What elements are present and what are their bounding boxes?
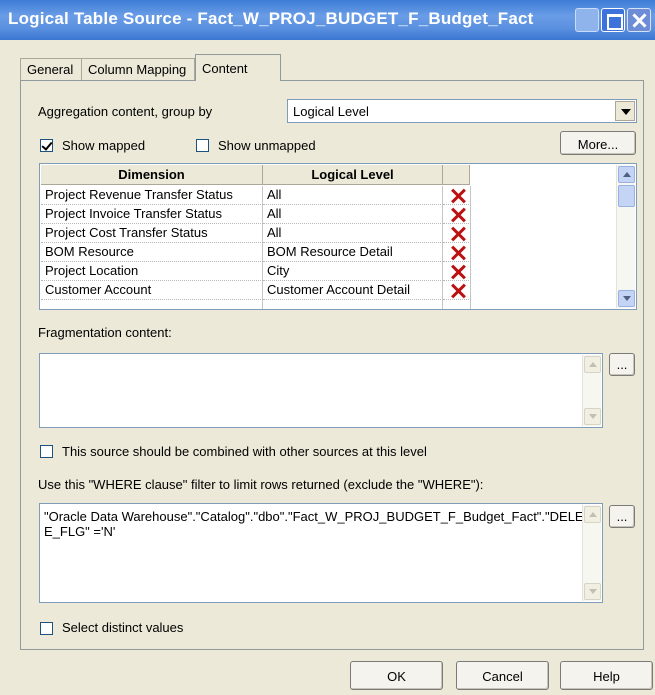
delete-icon[interactable] bbox=[450, 188, 466, 204]
cancel-button[interactable]: Cancel bbox=[456, 661, 549, 690]
delete-icon[interactable] bbox=[450, 264, 466, 280]
cancel-button-label: Cancel bbox=[482, 669, 523, 684]
scroll-up-arrow-icon[interactable] bbox=[618, 166, 635, 183]
logical-level-cell[interactable]: All bbox=[263, 186, 443, 205]
chevron-down-icon[interactable] bbox=[615, 101, 635, 121]
dimension-cell: Customer Account bbox=[41, 281, 263, 300]
table-row[interactable]: Customer Account Customer Account Detail bbox=[41, 281, 471, 300]
delete-cell[interactable] bbox=[443, 262, 471, 281]
where-clause-label: Use this "WHERE clause" filter to limit … bbox=[38, 477, 484, 492]
aggregation-value: Logical Level bbox=[293, 104, 369, 119]
title-bar[interactable]: Logical Table Source - Fact_W_PROJ_BUDGE… bbox=[0, 0, 655, 40]
table-row[interactable]: Project Invoice Transfer Status All bbox=[41, 205, 471, 224]
delete-icon[interactable] bbox=[450, 226, 466, 242]
fragmentation-input[interactable] bbox=[39, 353, 603, 428]
scroll-up-arrow-icon[interactable] bbox=[584, 506, 601, 523]
help-button[interactable]: Help bbox=[560, 661, 653, 690]
scroll-down-arrow-icon[interactable] bbox=[618, 290, 635, 307]
browse-button-label: ... bbox=[616, 509, 628, 524]
dimension-cell bbox=[41, 300, 263, 309]
scroll-down-arrow-icon[interactable] bbox=[584, 408, 601, 425]
logical-level-cell[interactable]: City bbox=[263, 262, 443, 281]
fragmentation-browse-button[interactable]: ... bbox=[609, 353, 635, 376]
dimension-cell: Project Revenue Transfer Status bbox=[41, 186, 263, 205]
show-unmapped-label: Show unmapped bbox=[218, 138, 316, 153]
delete-cell[interactable] bbox=[443, 224, 471, 243]
table-row[interactable]: Project Location City bbox=[41, 262, 471, 281]
aggregation-select[interactable]: Logical Level bbox=[287, 99, 637, 123]
dimension-cell: Project Cost Transfer Status bbox=[41, 224, 263, 243]
more-button-label: More... bbox=[577, 137, 619, 152]
where-clause-scrollbar[interactable] bbox=[582, 505, 601, 601]
more-button[interactable]: More... bbox=[560, 131, 636, 155]
select-distinct-label: Select distinct values bbox=[62, 620, 184, 635]
dimension-cell: Project Invoice Transfer Status bbox=[41, 205, 263, 224]
minimize-button[interactable] bbox=[575, 8, 599, 32]
browse-button-label: ... bbox=[616, 357, 628, 372]
combine-sources-checkbox[interactable] bbox=[40, 445, 53, 458]
delete-cell[interactable] bbox=[443, 243, 471, 262]
ok-button[interactable]: OK bbox=[350, 661, 443, 690]
grid-scrollbar[interactable] bbox=[616, 165, 635, 308]
table-row[interactable]: BOM Resource BOM Resource Detail bbox=[41, 243, 471, 262]
dimension-grid[interactable]: Dimension Logical Level Project Revenue … bbox=[39, 163, 637, 310]
column-header-dimension[interactable]: Dimension bbox=[41, 165, 263, 185]
dimension-cell: Project Location bbox=[41, 262, 263, 281]
scroll-up-arrow-icon[interactable] bbox=[584, 356, 601, 373]
show-mapped-label: Show mapped bbox=[62, 138, 146, 153]
delete-cell[interactable] bbox=[443, 281, 471, 300]
logical-level-cell[interactable]: Customer Account Detail bbox=[263, 281, 443, 300]
ok-button-label: OK bbox=[387, 669, 406, 684]
scroll-thumb[interactable] bbox=[618, 185, 635, 207]
table-row[interactable]: Project Cost Transfer Status All bbox=[41, 224, 471, 243]
logical-level-cell[interactable]: All bbox=[263, 224, 443, 243]
where-clause-browse-button[interactable]: ... bbox=[609, 505, 635, 528]
window-title: Logical Table Source - Fact_W_PROJ_BUDGE… bbox=[8, 9, 534, 28]
column-header-delete bbox=[443, 165, 470, 185]
logical-level-cell[interactable]: BOM Resource Detail bbox=[263, 243, 443, 262]
dimension-cell: BOM Resource bbox=[41, 243, 263, 262]
where-clause-text[interactable]: "Oracle Data Warehouse"."Catalog"."dbo".… bbox=[44, 509, 592, 539]
show-mapped-checkbox[interactable] bbox=[40, 139, 53, 152]
show-unmapped-checkbox[interactable] bbox=[196, 139, 209, 152]
fragmentation-scrollbar[interactable] bbox=[582, 355, 601, 426]
table-row-partial[interactable] bbox=[41, 300, 471, 309]
fragmentation-label: Fragmentation content: bbox=[38, 325, 172, 340]
tab-content[interactable]: Content bbox=[195, 54, 281, 81]
delete-cell[interactable] bbox=[443, 300, 471, 309]
combine-sources-label: This source should be combined with othe… bbox=[62, 444, 427, 459]
logical-level-cell[interactable]: All bbox=[263, 205, 443, 224]
delete-cell[interactable] bbox=[443, 186, 471, 205]
select-distinct-checkbox[interactable] bbox=[40, 622, 53, 635]
aggregation-label: Aggregation content, group by bbox=[38, 104, 213, 119]
tab-column-mapping[interactable]: Column Mapping bbox=[81, 58, 195, 80]
scroll-down-arrow-icon[interactable] bbox=[584, 583, 601, 600]
column-header-logical-level[interactable]: Logical Level bbox=[263, 165, 443, 185]
logical-level-cell[interactable] bbox=[263, 300, 443, 309]
help-button-label: Help bbox=[593, 669, 620, 684]
tab-general[interactable]: General bbox=[20, 58, 82, 80]
where-clause-input[interactable]: "Oracle Data Warehouse"."Catalog"."dbo".… bbox=[39, 503, 603, 603]
delete-icon[interactable] bbox=[450, 245, 466, 261]
delete-icon[interactable] bbox=[450, 207, 466, 223]
maximize-button[interactable] bbox=[601, 8, 625, 32]
delete-icon[interactable] bbox=[450, 283, 466, 299]
delete-cell[interactable] bbox=[443, 205, 471, 224]
table-row[interactable]: Project Revenue Transfer Status All bbox=[41, 186, 471, 205]
close-button[interactable] bbox=[627, 8, 651, 32]
